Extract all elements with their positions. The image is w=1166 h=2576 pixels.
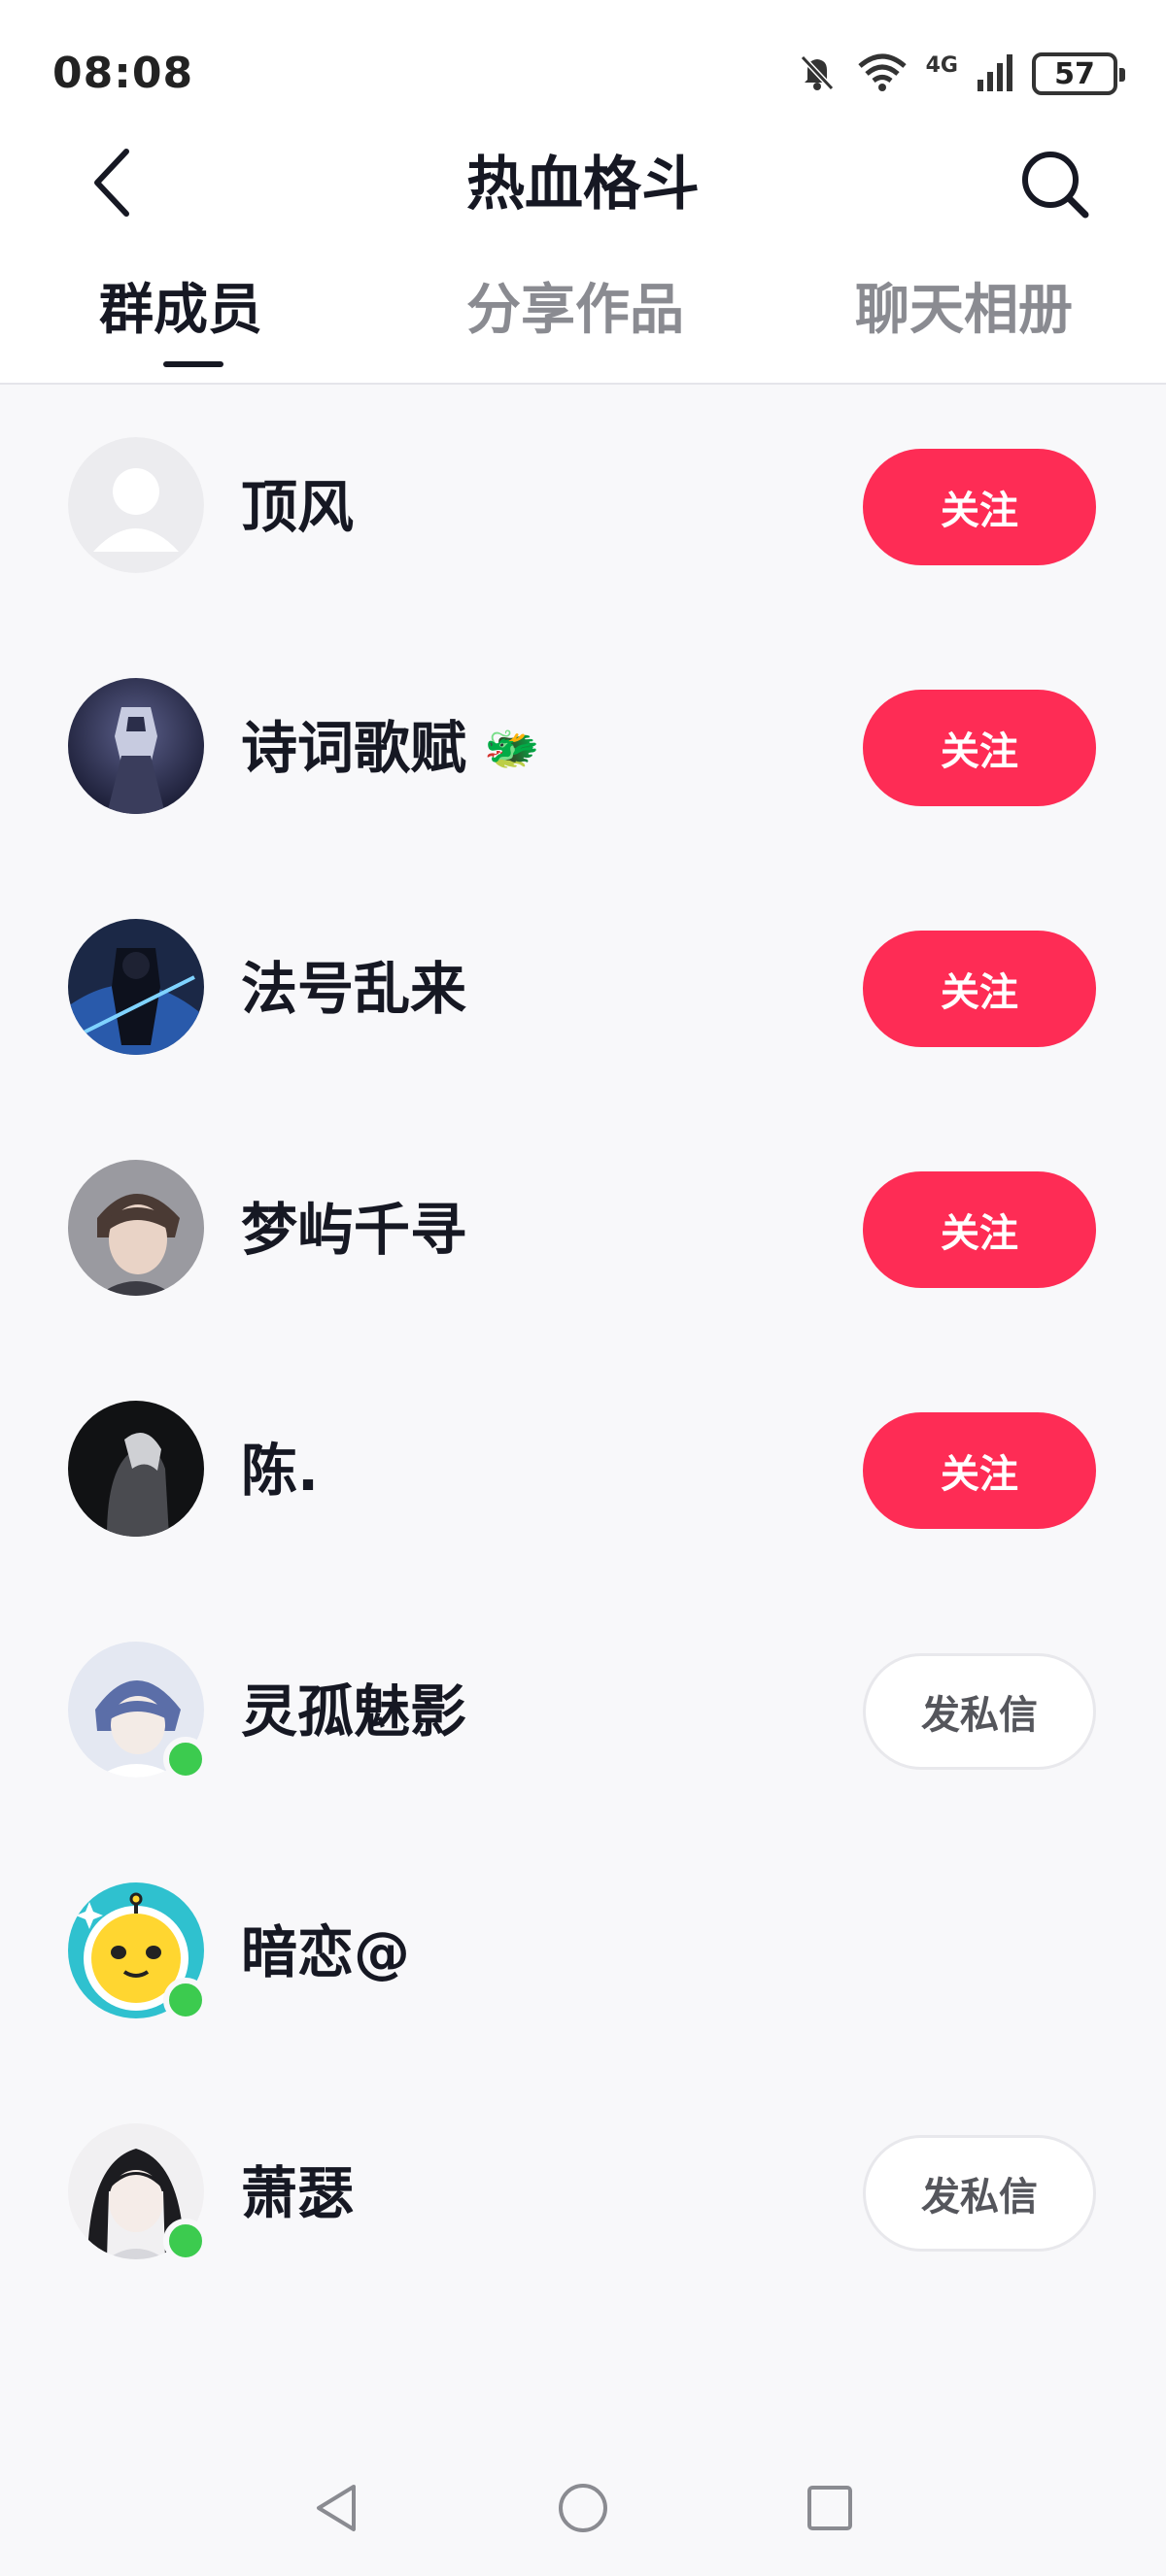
member-row[interactable]: 灵孤魅影 发私信: [0, 1591, 1166, 1832]
follow-button[interactable]: 关注: [863, 1171, 1096, 1288]
nav-recents-button[interactable]: [791, 2471, 869, 2549]
nav-home-button[interactable]: [544, 2471, 622, 2549]
member-row[interactable]: 法号乱来 关注: [0, 868, 1166, 1109]
wifi-icon: [856, 51, 909, 97]
tab-shared-works[interactable]: 分享作品: [466, 272, 684, 350]
search-icon: [1017, 147, 1091, 224]
avatar[interactable]: [68, 2123, 208, 2263]
member-row[interactable]: 暗恋@: [0, 1832, 1166, 2073]
member-name: 萧瑟: [241, 2160, 355, 2226]
system-nav-bar: [0, 2448, 1166, 2576]
member-name: 灵孤魅影: [241, 1678, 467, 1745]
signal-icon: [976, 51, 1014, 97]
dark-warrior-avatar: [68, 919, 204, 1055]
nav-back-button[interactable]: [297, 2471, 375, 2549]
group-members-page: 08:08 4G 57 热血格斗 群成员 分享作品 聊天相册 顶风 关注 诗词歌…: [0, 0, 1166, 2576]
header: 热血格斗: [0, 126, 1166, 243]
battery-level: 57: [1054, 56, 1095, 91]
armored-hero-avatar: [68, 678, 204, 814]
send-message-button[interactable]: 发私信: [863, 1653, 1096, 1770]
member-row[interactable]: 诗词歌赋 🐲 关注: [0, 627, 1166, 868]
send-message-button[interactable]: 发私信: [863, 2135, 1096, 2252]
member-name: 诗词歌赋 🐲: [241, 711, 539, 785]
status-icons: 4G 57: [796, 45, 1125, 103]
member-name: 顶风: [241, 474, 355, 540]
follow-button[interactable]: 关注: [863, 449, 1096, 565]
online-status-dot: [163, 1737, 208, 1781]
avatar[interactable]: [68, 919, 204, 1055]
square-recents-icon: [801, 2479, 859, 2541]
search-button[interactable]: [1011, 142, 1098, 229]
status-time: 08:08: [52, 49, 194, 98]
tab-chat-album[interactable]: 聊天相册: [855, 272, 1073, 350]
member-row[interactable]: 顶风 关注: [0, 387, 1166, 627]
tab-group-members[interactable]: 群成员: [99, 272, 262, 350]
avatar[interactable]: [68, 1642, 208, 1781]
member-name: 梦屿千寻: [241, 1197, 467, 1263]
portrait-boy-avatar: [68, 1160, 204, 1296]
member-row[interactable]: 陈. 关注: [0, 1350, 1166, 1591]
status-bar: 08:08 4G 57: [0, 0, 1166, 126]
triangle-back-icon: [307, 2479, 365, 2541]
avatar[interactable]: [68, 678, 204, 814]
member-name: 法号乱来: [241, 956, 467, 1022]
tab-bar: 群成员 分享作品 聊天相册: [0, 243, 1166, 385]
member-row[interactable]: 梦屿千寻 关注: [0, 1109, 1166, 1350]
member-name: 陈.: [241, 1438, 320, 1504]
member-row[interactable]: 萧瑟 发私信: [0, 2073, 1166, 2314]
circle-home-icon: [554, 2479, 612, 2541]
default-avatar-icon: [68, 437, 204, 573]
avatar[interactable]: [68, 437, 204, 573]
online-status-dot: [163, 1978, 208, 2022]
network-type-label: 4G: [925, 53, 958, 78]
follow-button[interactable]: 关注: [863, 1412, 1096, 1529]
avatar[interactable]: [68, 1160, 204, 1296]
battery-icon: 57: [1032, 52, 1125, 95]
avatar[interactable]: [68, 1882, 208, 2022]
avatar[interactable]: [68, 1401, 204, 1537]
online-status-dot: [163, 2219, 208, 2263]
follow-button[interactable]: 关注: [863, 690, 1096, 806]
mute-bell-icon: [796, 51, 839, 97]
member-name: 暗恋@: [241, 1919, 411, 1985]
dragon-emoji-badge: 🐲: [484, 722, 540, 774]
silhouette-avatar: [68, 1401, 204, 1537]
page-title: 热血格斗: [466, 151, 700, 219]
active-tab-indicator: [163, 361, 223, 367]
follow-button[interactable]: 关注: [863, 931, 1096, 1047]
